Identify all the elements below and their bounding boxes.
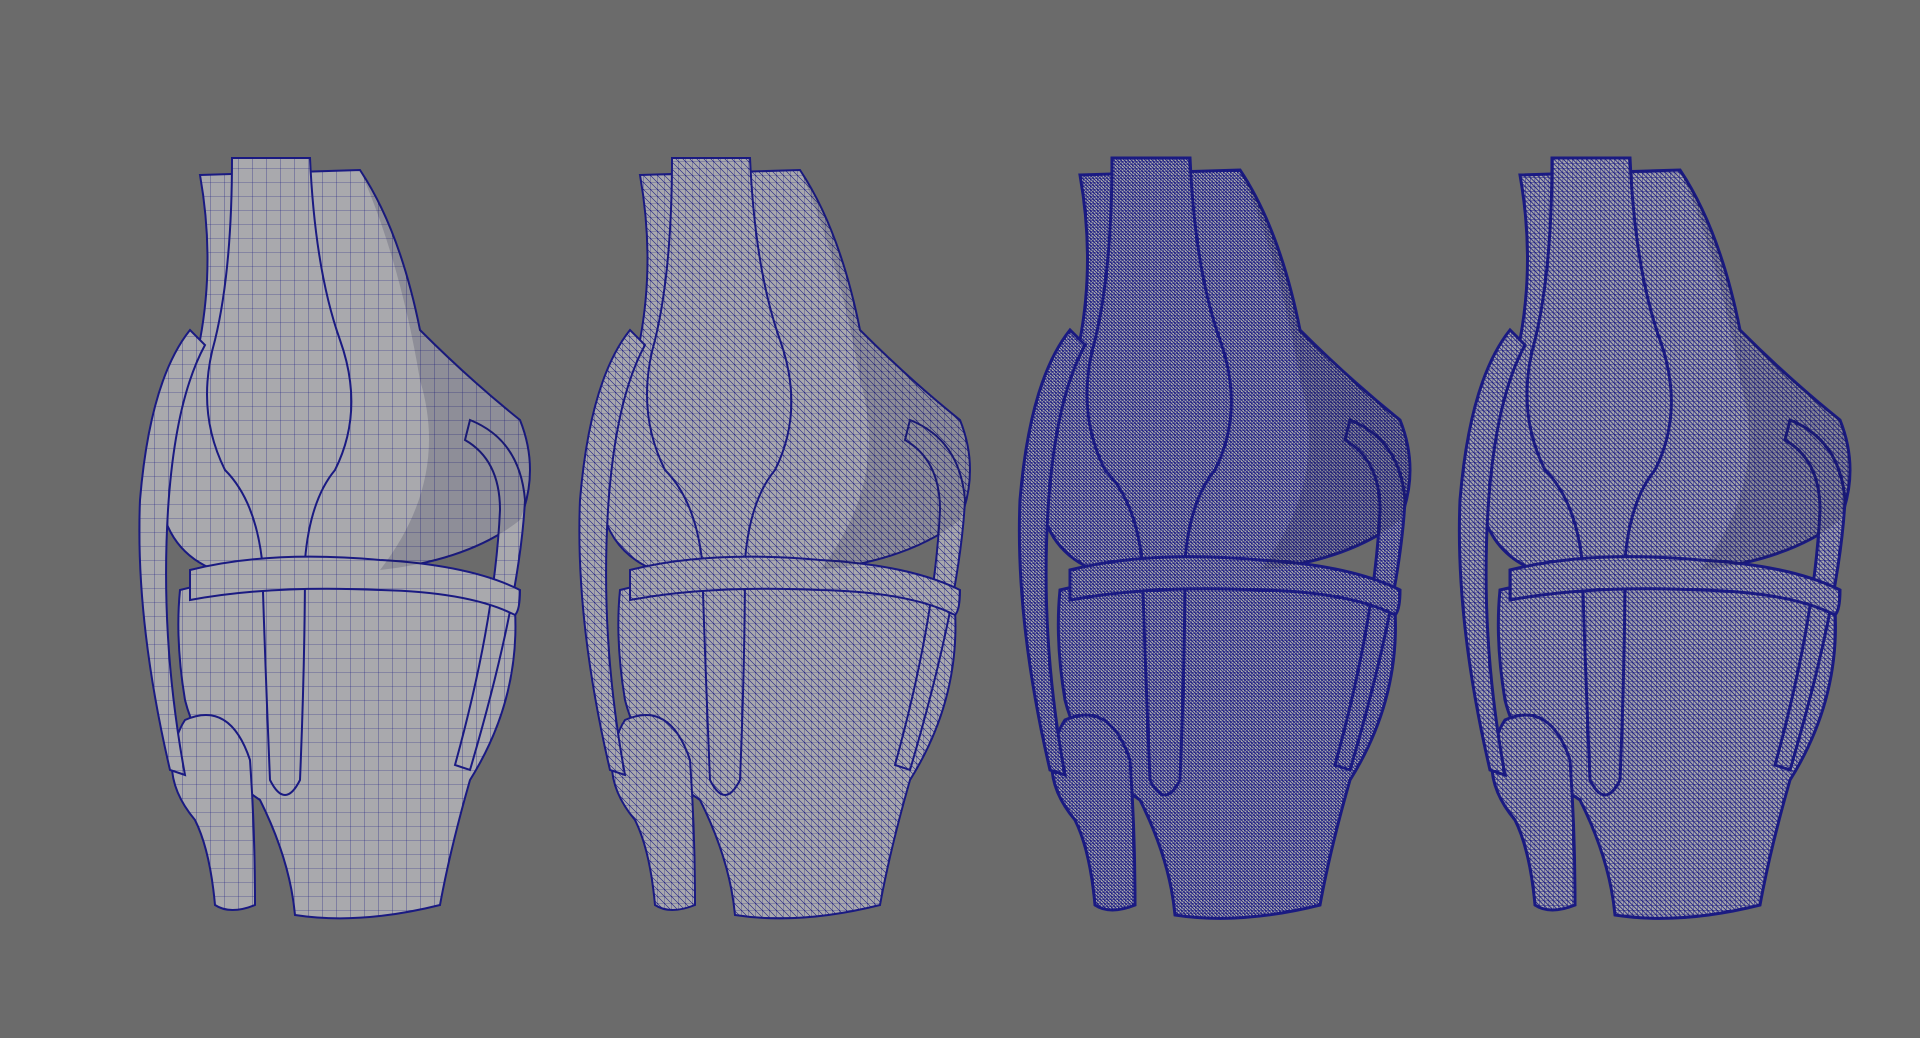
fibula-body [170,714,257,911]
wireframe-scene [0,0,1920,1038]
fibula-body [1490,713,1577,912]
knee-triangulated-mesh[interactable] [578,157,971,920]
knee-dense-mesh-a[interactable] [1017,156,1412,920]
fibula-body [1050,713,1137,912]
3d-viewport[interactable] [0,0,1920,1038]
knee-quad-mesh[interactable] [138,157,531,920]
fibula-body [610,714,697,911]
knee-dense-mesh-b[interactable] [1457,156,1852,920]
